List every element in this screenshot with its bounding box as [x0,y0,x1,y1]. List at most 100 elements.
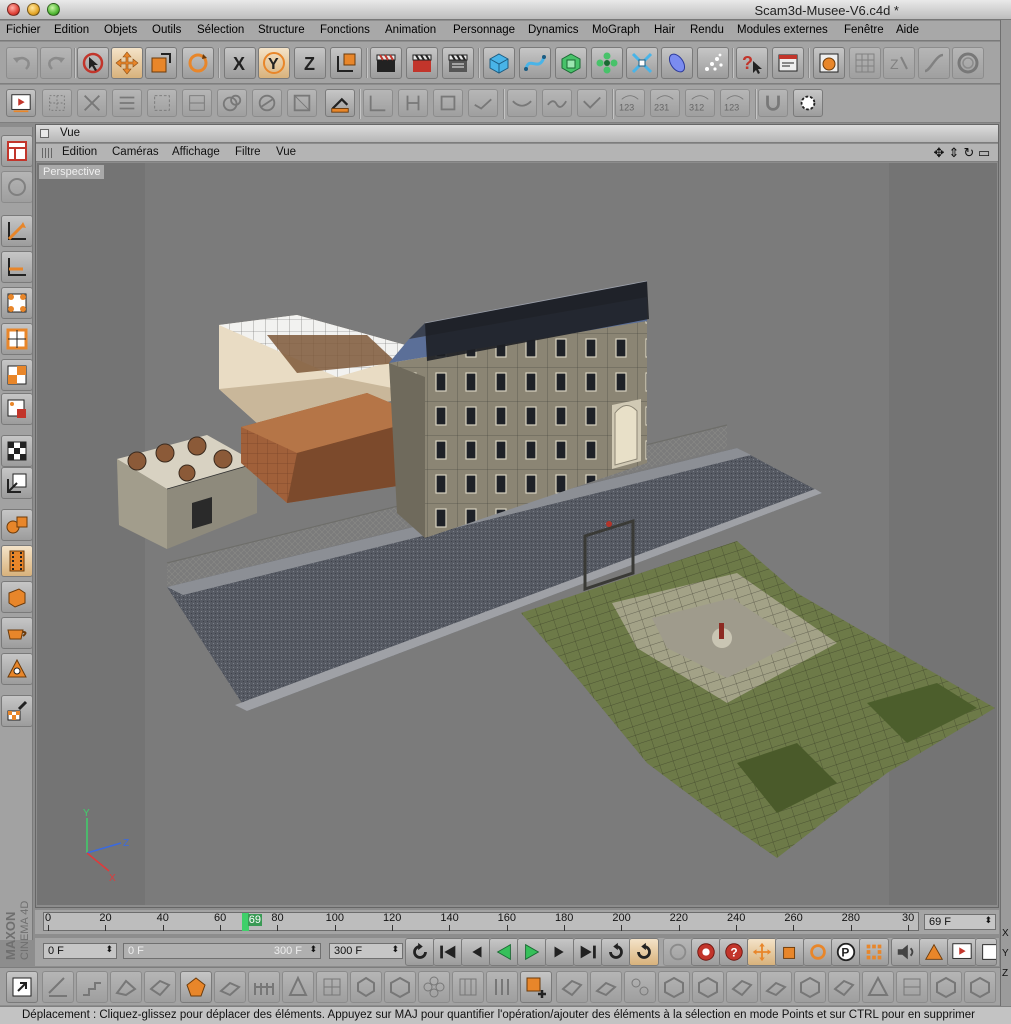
redo-button[interactable] [40,47,72,79]
panel-close-icon[interactable] [40,129,49,138]
polygons-mode-button[interactable] [112,89,142,117]
model-mode-button[interactable] [217,89,247,117]
bottom-tool-13-button[interactable] [486,971,518,1003]
browser-button[interactable] [813,47,845,79]
bottom-tool-20-button[interactable] [760,971,792,1003]
menu-dynamics[interactable]: Dynamics [528,24,578,36]
view-menu-vue[interactable]: Vue [276,146,296,158]
sound-button[interactable] [891,938,921,966]
view-menu-cameras[interactable]: Caméras [112,146,159,158]
add-cube-button[interactable] [483,47,515,79]
snap-enable-button[interactable] [952,47,984,79]
bottom-tool-5-button[interactable] [214,971,246,1003]
record-key-disabled-button[interactable] [663,938,693,966]
render-preview-button[interactable] [6,89,36,117]
preview-range-slider[interactable]: 0 F 300 F ⬍ [123,943,321,959]
order-312-button[interactable]: 312 [685,89,715,117]
bottom-tool-10-button[interactable] [384,971,416,1003]
bottom-tool-18-button[interactable] [692,971,724,1003]
points-mode-button[interactable] [42,89,72,117]
go-to-start-button[interactable] [433,938,463,966]
layout-view-button[interactable] [1,135,33,167]
settings-window-button[interactable] [772,47,804,79]
pan-view-icon[interactable]: ✥ [932,146,946,160]
order-231-button[interactable]: 231 [650,89,680,117]
axis-y-lock-button[interactable]: Y [258,47,290,79]
snap-axis-button[interactable]: Z [883,47,915,79]
add-particles-button[interactable] [697,47,729,79]
animation-tool-button[interactable] [1,545,33,577]
bottom-tool-15-button[interactable] [590,971,622,1003]
bottom-tool-19-button[interactable] [726,971,758,1003]
zoom-window-button[interactable] [47,3,60,16]
bottom-tool-12-button[interactable] [452,971,484,1003]
view-menu-filtre[interactable]: Filtre [235,146,261,158]
menu-animation[interactable]: Animation [385,24,436,36]
move-tool-button[interactable] [111,47,143,79]
coordinate-system-button[interactable] [330,47,362,79]
rotate-tool-button[interactable] [182,47,214,79]
extrude-button[interactable] [398,89,428,117]
menu-aide[interactable]: Aide [896,24,919,36]
add-nurbs-button[interactable] [555,47,587,79]
object-axis-button[interactable] [1,251,33,283]
bottom-tool-24-button[interactable] [896,971,928,1003]
edges-tool-button[interactable] [1,323,33,355]
menu-modules-externes[interactable]: Modules externes [737,24,828,36]
bottom-tool-3-button[interactable] [110,971,142,1003]
bottom-tool-16-button[interactable] [624,971,656,1003]
symmetry-x-button[interactable] [507,89,537,117]
bottom-tool-2-button[interactable] [76,971,108,1003]
edit-mode-button[interactable] [1,171,33,203]
uv-points-button[interactable] [147,89,177,117]
key-points-button[interactable] [859,938,889,966]
bottom-tool-14-button[interactable] [556,971,588,1003]
workplane-button[interactable] [325,89,355,117]
texture-tool-button[interactable] [1,435,33,467]
menu-fenetre[interactable]: Fenêtre [844,24,884,36]
menu-personnage[interactable]: Personnage [453,24,515,36]
bottom-add-selection-button[interactable] [520,971,552,1003]
render-picture-viewer-button[interactable] [406,47,438,79]
interpolation-button[interactable] [919,938,949,966]
bottom-tool-25-button[interactable] [930,971,962,1003]
end-frame-field[interactable]: 300 F ⬍ [329,943,403,959]
key-scale-button[interactable] [775,938,805,966]
previous-key-button[interactable] [461,938,491,966]
record-active-button[interactable] [691,938,721,966]
model-tool-button[interactable] [1,215,33,247]
material-tool-button[interactable] [1,509,33,541]
bottom-tool-7-button[interactable] [282,971,314,1003]
bodypaint-tool-button[interactable] [1,617,33,649]
bottom-tool-23-button[interactable] [862,971,894,1003]
go-to-end-button[interactable] [573,938,603,966]
next-key-button[interactable] [545,938,575,966]
render-settings-button[interactable] [442,47,474,79]
bottom-tool-11-button[interactable] [418,971,450,1003]
points-tool-button[interactable] [1,287,33,319]
rotate-view-icon[interactable]: ↻ [962,146,976,160]
menu-structure[interactable]: Structure [258,24,305,36]
symmetry-y-button[interactable] [542,89,572,117]
live-selection-button[interactable] [77,47,109,79]
sculpt-tool-button[interactable] [1,581,33,613]
render-animation-button[interactable] [947,938,977,966]
bottom-tool-8-button[interactable] [316,971,348,1003]
bridge-button[interactable] [468,89,498,117]
play-forward-button[interactable] [517,938,547,966]
bottom-tool-21-button[interactable] [794,971,826,1003]
bottom-layout-button[interactable] [6,971,38,1003]
view-menu-edition[interactable]: Edition [62,146,97,158]
menu-fonctions[interactable]: Fonctions [320,24,370,36]
close-window-button[interactable] [7,3,20,16]
menu-hair[interactable]: Hair [654,24,675,36]
edges-mode-button[interactable] [77,89,107,117]
loop-back-button[interactable] [405,938,435,966]
scale-tool-button[interactable] [145,47,177,79]
bottom-tool-26-button[interactable] [964,971,996,1003]
view-menu-affichage[interactable]: Affichage [172,146,220,158]
axis-z-lock-button[interactable]: Z [294,47,326,79]
axis-x-lock-button[interactable]: X [224,47,256,79]
help-cursor-button[interactable]: ? [736,47,768,79]
texture-mode-button[interactable] [287,89,317,117]
